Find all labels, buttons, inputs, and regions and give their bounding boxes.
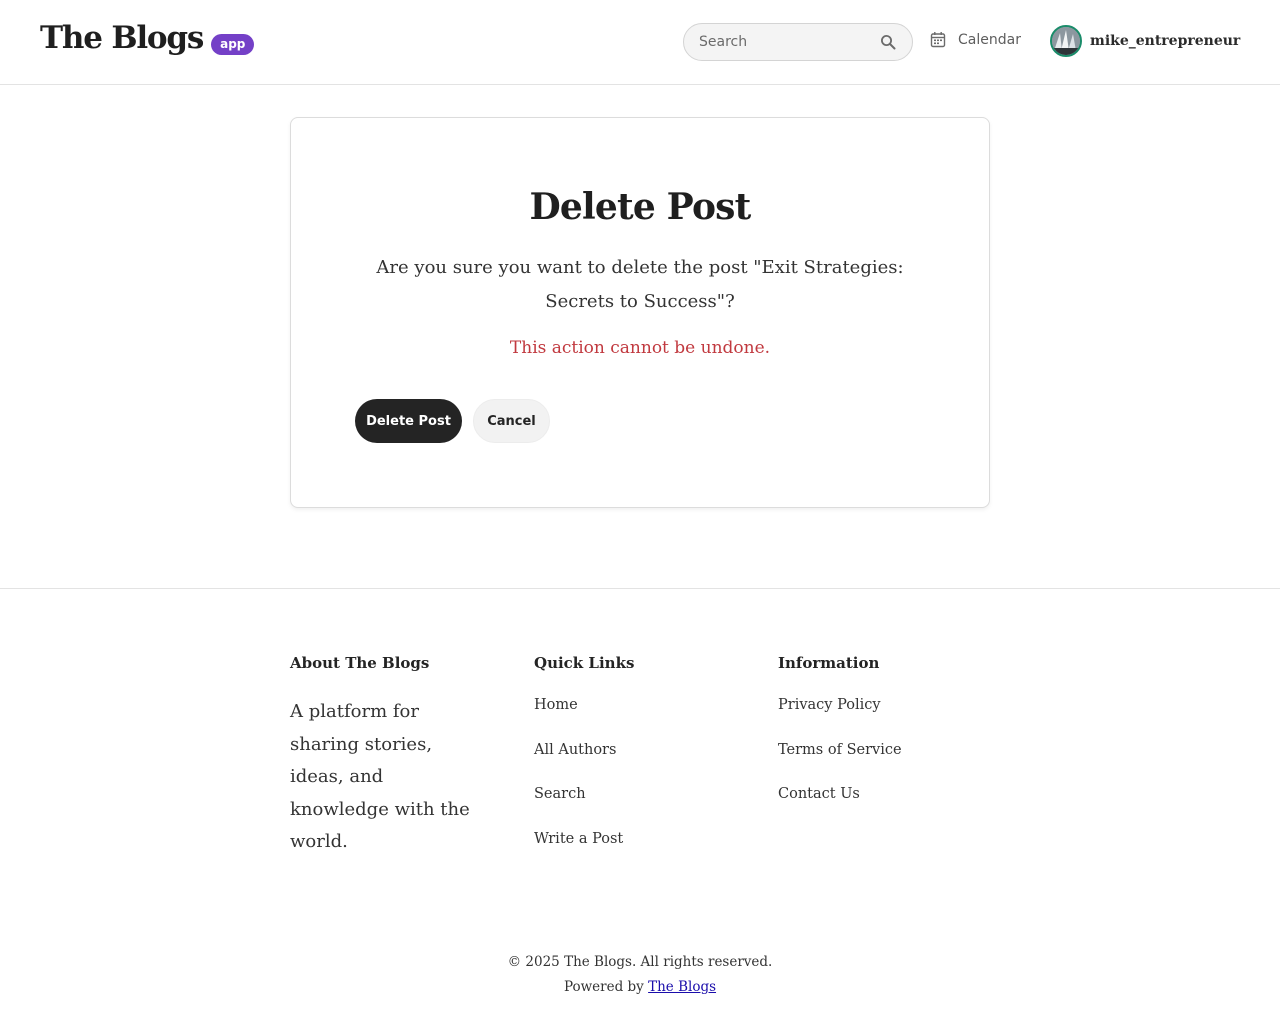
footer-about-text: A platform for sharing stories, ideas, a… (290, 701, 470, 852)
logo-text: The Blogs (40, 20, 204, 56)
footer-link-terms[interactable]: Terms of Service (778, 741, 902, 759)
footer-link-all-authors[interactable]: All Authors (534, 741, 634, 759)
search-icon[interactable] (880, 34, 896, 50)
footer-about-column: About The Blogs A platform for sharing s… (290, 654, 485, 859)
warning-text: This action cannot be undone. (509, 338, 771, 358)
username: mike_entrepreneur (1090, 33, 1241, 49)
footer-link-write-post[interactable]: Write a Post (534, 830, 634, 848)
footer-link-privacy[interactable]: Privacy Policy (778, 696, 902, 714)
confirmation-message: Are you sure you want to delete the post… (376, 257, 904, 312)
copyright: © 2025 The Blogs. All rights reserved. (507, 954, 773, 970)
footer-about-heading: About The Blogs (290, 654, 430, 672)
footer-link-contact[interactable]: Contact Us (778, 785, 902, 803)
powered-by: Powered by The Blogs (0, 979, 1280, 995)
avatar (1050, 25, 1082, 57)
powered-by-link[interactable]: The Blogs (648, 979, 716, 995)
delete-post-button[interactable]: Delete Post (355, 399, 462, 443)
footer-quick-links-column: Quick Links Home All Authors Search Writ… (534, 654, 634, 874)
footer-link-search[interactable]: Search (534, 785, 634, 803)
footer-link-home[interactable]: Home (534, 696, 634, 714)
footer-quick-links-heading: Quick Links (534, 654, 635, 672)
footer-information-column: Information Privacy Policy Terms of Serv… (778, 654, 902, 830)
cancel-button[interactable]: Cancel (473, 399, 550, 443)
footer-information-heading: Information (778, 654, 880, 672)
calendar-icon (930, 32, 946, 48)
calendar-link[interactable]: Calendar (930, 31, 1021, 48)
top-navbar: The Blogs app Calendar (0, 0, 1280, 85)
user-menu[interactable]: mike_entrepreneur (1050, 25, 1240, 57)
calendar-label: Calendar (958, 31, 1021, 48)
site-logo[interactable]: The Blogs app (40, 20, 255, 56)
powered-by-prefix: Powered by (563, 979, 644, 995)
page-title: Delete Post (529, 186, 752, 228)
search-input[interactable] (684, 24, 864, 60)
app-badge: app (211, 33, 255, 55)
search-box (683, 23, 913, 61)
site-footer: About The Blogs A platform for sharing s… (0, 588, 1280, 1033)
delete-confirmation-card: Delete Post Are you sure you want to del… (290, 117, 990, 508)
